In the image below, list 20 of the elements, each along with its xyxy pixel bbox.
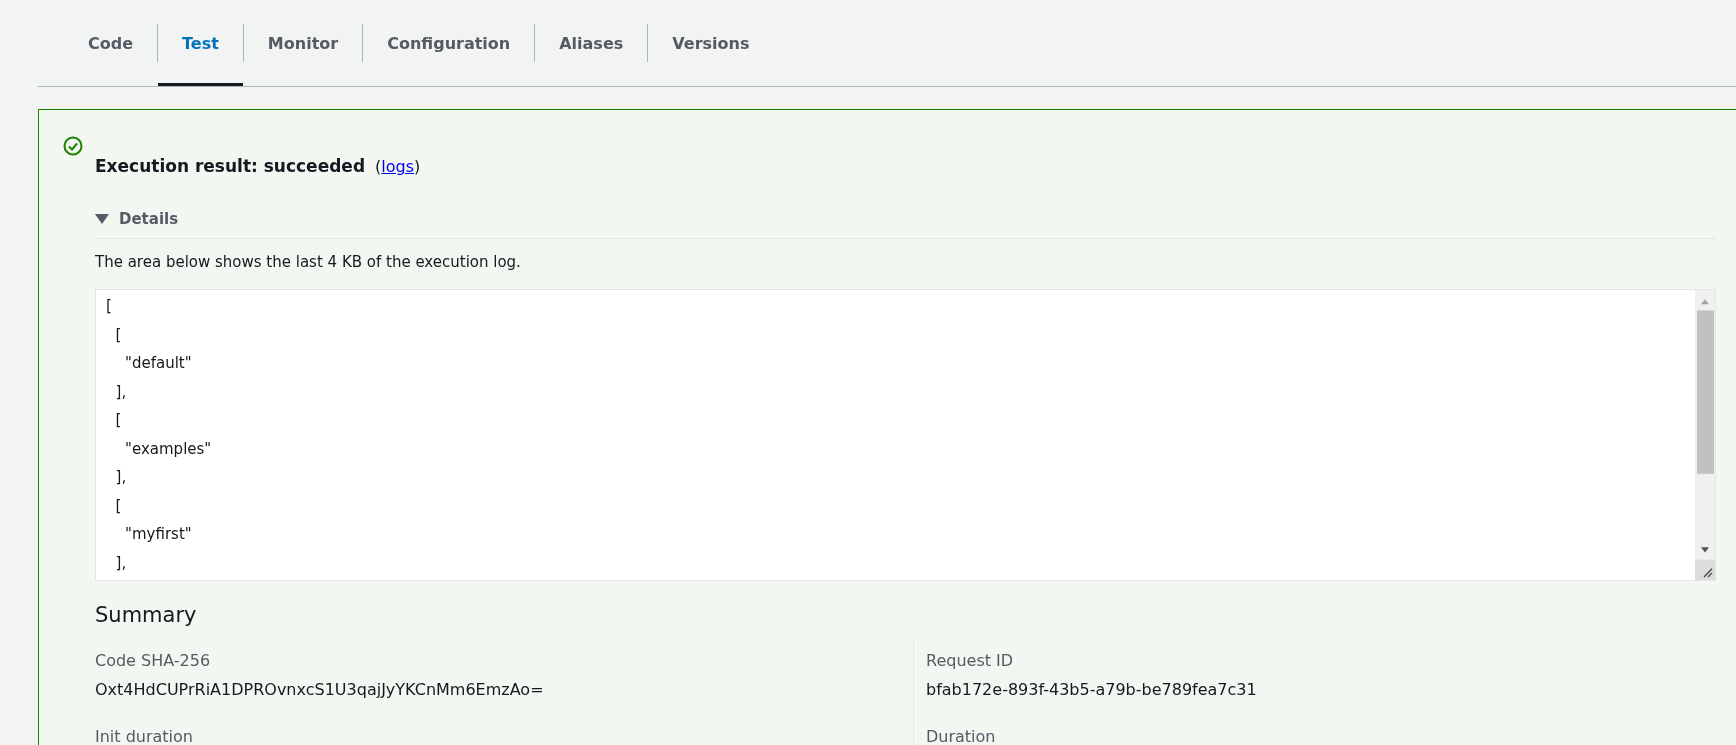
- field-label: Duration: [926, 727, 997, 745]
- result-title-text: Execution result: succeeded: [95, 156, 366, 176]
- log-textarea[interactable]: [ [ "default" ], [ "examples" ], [ "myfirst" ],: [95, 289, 1716, 581]
- logs-link[interactable]: logs: [381, 157, 415, 176]
- field-label: Init duration: [95, 727, 194, 745]
- field-value: bfab172e-893f-43b5-a79b-be789fea7c31: [926, 680, 1258, 699]
- logs-link-group: (logs): [375, 157, 421, 176]
- summary-heading: Summary: [95, 603, 198, 627]
- field-label: Code SHA-256: [95, 651, 212, 670]
- tab[interactable]: Monitor: [243, 0, 363, 86]
- log-description: The area below shows the last 4 KB of the execution log.: [95, 253, 522, 271]
- field-label: Request ID: [926, 651, 1015, 670]
- tab[interactable]: Versions: [648, 0, 774, 86]
- field-value: Oxt4HdCUPrRiA1DPROvnxcS1U3qajJyYKCnMm6EmzAo=: [95, 680, 545, 699]
- caret-icon: [95, 213, 109, 225]
- tab[interactable]: Configuration: [363, 0, 535, 86]
- tab[interactable]: Aliases: [535, 0, 648, 86]
- tab[interactable]: Code: [64, 0, 158, 86]
- log-text: [ [ "default" ], [ "examples" ], [ "myfirst" ],: [105, 296, 213, 574]
- details-toggle[interactable]: Details: [95, 210, 179, 228]
